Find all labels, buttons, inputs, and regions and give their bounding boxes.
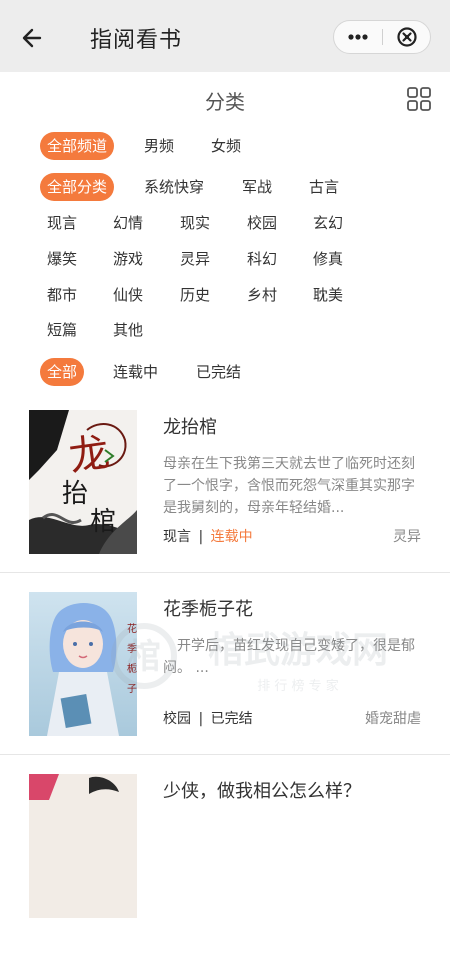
divider [0,754,450,755]
channel-chip-female[interactable]: 女频 [211,132,241,160]
category-chip[interactable]: 其他 [113,316,143,344]
book-meta: 现言 | 连载中 [163,526,253,546]
category-chip[interactable]: 幻情 [113,209,143,237]
book-description: 母亲在生下我第三天就去世了临死时还刻了一个恨字，含恨而死怨气深重其实那字是我舅刻… [163,456,415,516]
svg-text:棺: 棺 [90,507,116,537]
category-chip[interactable]: 古言 [309,173,339,201]
svg-text:子: 子 [127,683,137,695]
category-chip[interactable]: 短篇 [47,316,77,344]
meta-separator: | [198,711,204,727]
category-chip[interactable]: 耽美 [313,281,343,309]
book-category: 现言 [163,529,191,545]
book-status: 连载中 [210,529,253,545]
book-list-item[interactable]: 少侠，做我相公怎么样？ [0,774,450,954]
book-tag: 婚宠甜虐 [365,711,421,727]
layout-toggle-button[interactable] [406,86,432,112]
category-chip[interactable]: 灵异 [180,245,210,273]
channel-chip-male[interactable]: 男频 [144,132,174,160]
category-chip[interactable]: 玄幻 [313,209,343,237]
divider [0,572,450,573]
category-chip[interactable]: 爆笑 [47,245,77,273]
arrow-left-icon [22,28,42,48]
close-circle-icon [397,27,417,47]
category-chip[interactable]: 历史 [180,281,210,309]
channel-chip-all[interactable]: 全部频道 [40,132,115,160]
back-button[interactable] [18,22,50,54]
category-chip[interactable]: 军战 [242,173,272,201]
title-bar: 指阅看书 [0,0,450,72]
book-meta: 校园 | 已完结 [163,708,253,728]
grid-icon [407,87,431,111]
more-button[interactable] [334,21,382,53]
svg-text:栀: 栀 [127,662,137,675]
book-list-item[interactable]: 龙 抬 棺 龙抬棺 母亲在生下我第三天就去世了临死时还刻了一个恨字，含恨而死怨气… [0,410,450,590]
book-list-item[interactable]: 花 季 栀 子 花季栀子花 开学后，苗红发现自己变矮了，很是郁闷。 ... 校园… [0,592,450,772]
svg-text:抬: 抬 [62,479,88,509]
close-button[interactable] [383,21,431,53]
category-chip[interactable]: 都市 [47,281,77,309]
book-category: 校园 [163,711,191,727]
svg-text:龙: 龙 [66,430,112,481]
book-tag: 灵异 [393,529,421,545]
book-cover: 龙 抬 棺 [29,410,137,554]
category-chip[interactable]: 现实 [180,209,210,237]
category-chip[interactable]: 乡村 [247,281,277,309]
svg-text:花: 花 [127,622,137,635]
section-title: 分类 [205,90,245,114]
page-title: 指阅看书 [90,28,183,53]
category-chip[interactable]: 仙侠 [113,281,143,309]
category-chip[interactable]: 科幻 [247,245,277,273]
category-chip[interactable]: 全部分类 [40,173,115,201]
category-chip[interactable]: 修真 [313,245,343,273]
category-chip[interactable]: 现言 [47,209,77,237]
svg-text:季: 季 [127,643,137,655]
book-cover [29,774,137,918]
status-chip-completed[interactable]: 已完结 [196,358,241,386]
meta-separator: | [198,529,204,545]
mini-program-capsule [333,20,431,54]
category-chip[interactable]: 校园 [247,209,277,237]
book-title: 花季栀子花 [163,599,253,620]
book-title: 龙抬棺 [163,417,217,438]
status-chip-all[interactable]: 全部 [40,358,85,386]
category-chip[interactable]: 游戏 [113,245,143,273]
book-title: 少侠，做我相公怎么样？ [163,781,361,802]
book-cover: 花 季 栀 子 [29,592,137,736]
more-dots-icon [348,34,368,40]
category-chip[interactable]: 系统快穿 [144,173,204,201]
status-chip-ongoing[interactable]: 连载中 [113,358,158,386]
book-status: 已完结 [210,711,253,727]
book-description: 开学后，苗红发现自己变矮了，很是郁闷。 ... [163,638,415,676]
